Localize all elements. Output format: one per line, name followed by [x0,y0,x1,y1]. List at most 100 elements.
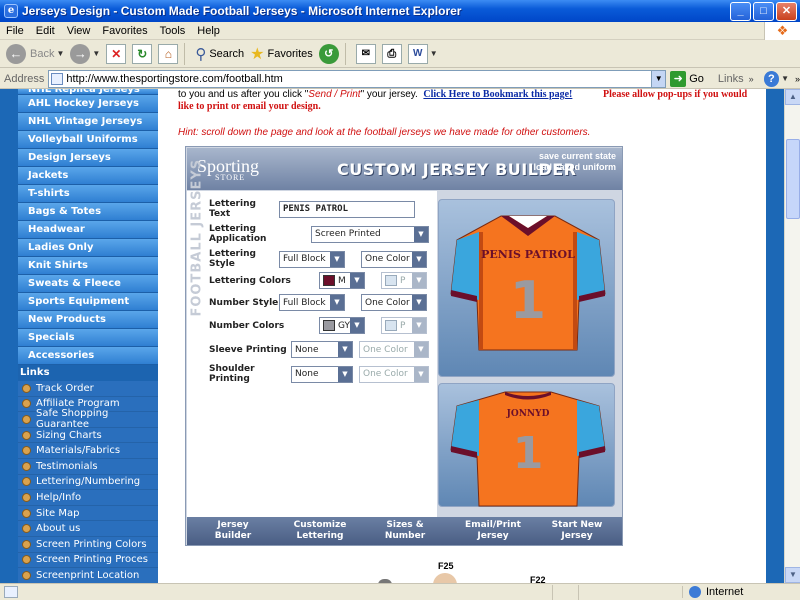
number-color1-select[interactable]: GY ▼ [319,317,365,334]
print-button[interactable]: ⎙ [381,42,402,66]
menu-help[interactable]: Help [191,25,226,37]
sidebar-item-new-products[interactable]: New Products [18,311,158,329]
link-lettering[interactable]: Lettering/Numbering [18,474,158,491]
lettering-color1-select[interactable]: M ▼ [319,272,365,289]
scroll-thumb[interactable] [786,139,800,219]
word-button[interactable]: W ▼ [407,42,438,66]
link-help[interactable]: Help/Info [18,490,158,506]
number-colors-label: Number Colors [209,320,285,331]
lettering-style-select[interactable]: Full Block ▼ [279,250,345,268]
number-style-select[interactable]: Full Block ▼ [279,294,345,311]
scroll-down-icon[interactable]: ▼ [785,567,800,583]
sidebar-item-headwear[interactable]: Headwear [18,221,158,239]
go-button[interactable]: ➜ Go [670,70,704,87]
menu-edit[interactable]: Edit [30,25,61,37]
stop-button[interactable]: ✕ [106,42,127,66]
sidebar-item-specials[interactable]: Specials [18,329,158,347]
favorites-button[interactable]: ★ Favorites [250,42,313,66]
back-number: 1 [513,428,544,479]
back-dropdown-icon[interactable]: ▼ [56,49,64,58]
lettering-style-colors-select[interactable]: One Color ▼ [361,250,427,268]
shoulder-color-select[interactable]: One Color ▼ [359,365,429,383]
save-state-link[interactable]: save current state [533,151,616,162]
link-screenprint-location[interactable]: Screenprint Location [18,568,158,583]
help-icon[interactable]: ? [763,70,780,87]
builder-header: Sporting STORE CUSTOM JERSEY BUILDER sav… [187,148,622,190]
refresh-button[interactable]: ↻ [132,42,153,66]
lettering-application-select[interactable]: Screen Printed ▼ [311,225,429,243]
menu-file[interactable]: File [0,25,30,37]
chevron-down-icon: ▼ [414,342,428,357]
link-testimonials[interactable]: Testimonials [18,458,158,475]
home-button[interactable]: ⌂ [158,42,179,66]
menu-favorites[interactable]: Favorites [96,25,153,37]
scroll-up-icon[interactable]: ▲ [785,89,800,105]
bullet-icon [22,492,31,502]
sidebar-item-volleyball[interactable]: Volleyball Uniforms [18,131,158,149]
menu-tools[interactable]: Tools [154,25,192,37]
sidebar-item-nhl-vintage[interactable]: NHL Vintage Jerseys [18,113,158,131]
select-value: GY [338,320,351,331]
chevron-down-icon: ▼ [414,366,428,382]
link-label: Screenprint Location [36,569,140,581]
lettering-color2-select[interactable]: P ▼ [381,272,427,289]
star-icon: ★ [250,45,265,63]
menu-view[interactable]: View [61,25,97,37]
sleeve-printing-select[interactable]: None ▼ [291,341,353,358]
word-dropdown-icon[interactable]: ▼ [430,49,438,58]
close-button[interactable]: ✕ [776,1,797,21]
sidebar-item-accessories[interactable]: Accessories [18,347,158,365]
nav-email-print[interactable]: Email/Print Jersey [449,517,537,545]
go-arrow-icon: ➜ [670,70,687,87]
number-color2-select[interactable]: P ▼ [381,317,427,334]
mail-button[interactable]: ✉ [355,42,376,66]
help-dropdown-icon[interactable]: ▼ [781,74,789,83]
bookmark-link[interactable]: Click Here to Bookmark this page! [423,89,572,100]
sidebar-item-ahl-hockey[interactable]: AHL Hockey Jerseys [18,95,158,113]
jersey-back-graphic: JONNYD 1 [450,391,606,507]
sidebar-item-sweats[interactable]: Sweats & Fleece [18,275,158,293]
back-button[interactable]: ← Back ▼ [6,42,64,66]
link-track-order[interactable]: Track Order [18,381,158,397]
nav-customize-lettering[interactable]: Customize Lettering [279,517,361,545]
links-chevron-icon[interactable]: » [749,74,754,84]
chevron-down-icon: ▼ [412,295,426,310]
link-materials[interactable]: Materials/Fabrics [18,443,158,459]
link-about[interactable]: About us [18,521,158,537]
load-uniform-link[interactable]: load saved uniform [533,162,616,173]
maximize-button[interactable]: □ [753,1,774,21]
sidebar-item-jackets[interactable]: Jackets [18,167,158,185]
search-label: Search [209,47,245,60]
address-dropdown-icon[interactable]: ▼ [651,70,666,87]
bullet-icon [22,399,31,409]
shoulder-printing-select[interactable]: None ▼ [291,365,353,383]
minimize-button[interactable]: _ [730,1,751,21]
link-screen-colors[interactable]: Screen Printing Colors [18,536,158,553]
search-button[interactable]: ⚲ Search [195,42,244,66]
nav-jersey-builder[interactable]: Jersey Builder [187,517,279,545]
link-safe-shopping[interactable]: Safe Shopping Guarantee [18,408,158,430]
sidebar-item-design-jerseys[interactable]: Design Jerseys [18,149,158,167]
sidebar-item-sports-equipment[interactable]: Sports Equipment [18,293,158,311]
back-arrow-icon: ← [6,43,26,64]
sidebar-item-tshirts[interactable]: T-shirts [18,185,158,203]
number-style-colors-select[interactable]: One Color ▼ [361,294,427,311]
history-button[interactable]: ↺ [318,42,339,66]
forward-dropdown-icon[interactable]: ▼ [92,49,100,58]
sporting-logo: Sporting STORE [197,156,259,182]
sidebar-item-bags[interactable]: Bags & Totes [18,203,158,221]
address-url[interactable]: http://www.thesportingstore.com/football… [66,73,651,85]
lettering-text-input[interactable]: PENIS PATROL [279,200,415,218]
sidebar-item-knit-shirts[interactable]: Knit Shirts [18,257,158,275]
links-toolbar[interactable]: Links [718,73,744,85]
nav-sizes-number[interactable]: Sizes & Number [361,517,449,545]
sidebar-item-ladies[interactable]: Ladies Only [18,239,158,257]
address-input[interactable]: http://www.thesportingstore.com/football… [48,69,667,88]
more-chevron-icon[interactable]: » [795,74,800,84]
vertical-scrollbar[interactable]: ▲ ▼ [784,89,800,583]
link-screen-process[interactable]: Screen Printing Proces [18,552,158,569]
link-site-map[interactable]: Site Map [18,505,158,522]
forward-button[interactable]: → ▼ [70,42,100,66]
sleeve-color-select[interactable]: One Color ▼ [359,341,429,358]
nav-start-new[interactable]: Start New Jersey [537,517,617,545]
